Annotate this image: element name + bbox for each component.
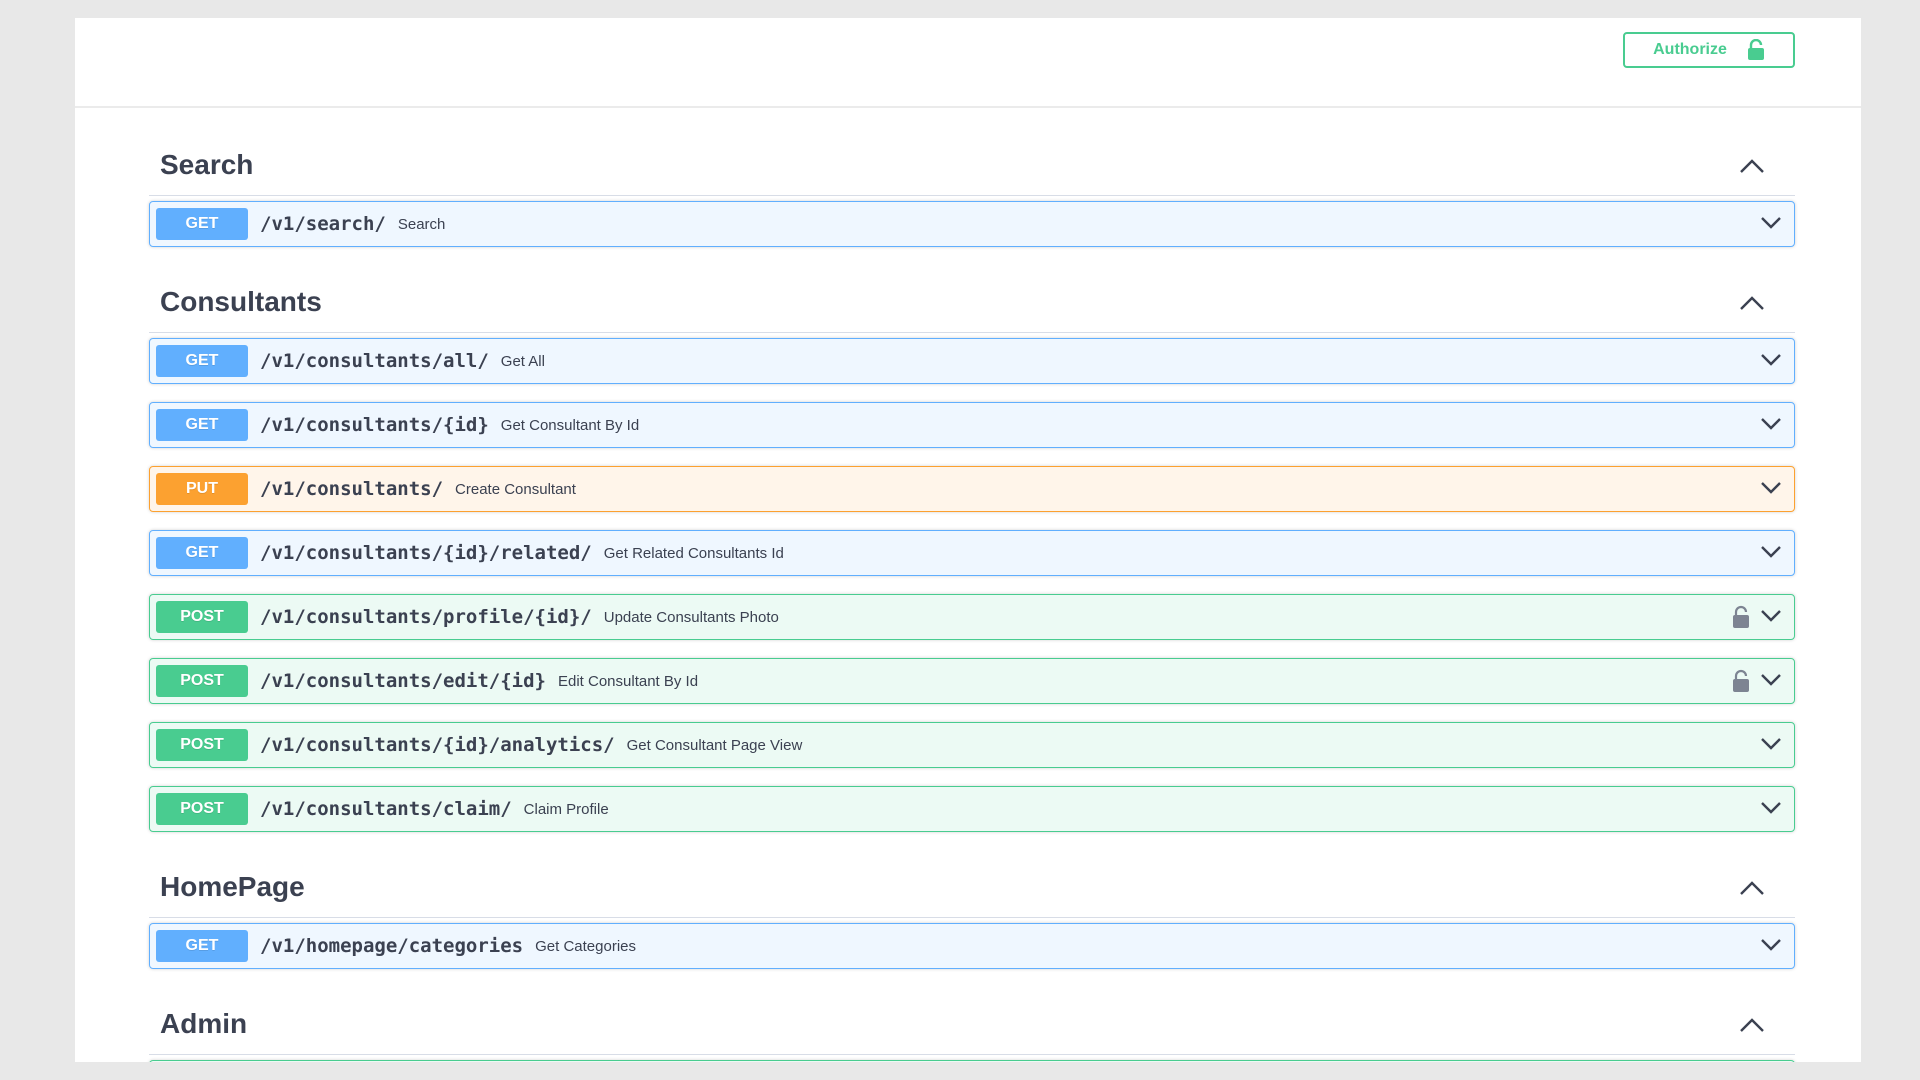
method-badge: POST <box>156 793 248 825</box>
operation-row[interactable]: GET/v1/consultants/all/Get All <box>149 338 1795 384</box>
operation-path: /v1/consultants/profile/{id}/ <box>260 606 592 628</box>
operation-summary: Claim Profile <box>523 800 609 818</box>
method-badge: GET <box>156 208 248 240</box>
operation-summary: Get Consultant Page View <box>626 736 803 754</box>
swagger-page: Authorize Search GET/v1/search/Search Cons… <box>75 18 1861 1062</box>
method-badge: POST <box>156 729 248 761</box>
operation-summary: Get Related Consultants Id <box>603 544 784 562</box>
operation-row[interactable]: GET/v1/homepage/categories Get Categories <box>149 923 1795 969</box>
operations-list: GET/v1/search/Search <box>149 196 1795 247</box>
section-admin: Admin POST/v1/admin/Send Email <box>149 987 1795 1062</box>
method-badge: POST <box>156 665 248 697</box>
operation-row[interactable]: POST/v1/consultants/claim/Claim Profile <box>149 786 1795 832</box>
section-header[interactable]: Search <box>149 108 1795 196</box>
operation-row[interactable]: GET/v1/consultants/{id}/related/Get Rela… <box>149 530 1795 576</box>
chevron-down-icon[interactable] <box>1760 545 1782 559</box>
lock-icon[interactable] <box>1732 605 1750 629</box>
method-badge: PUT <box>156 473 248 505</box>
authorize-button[interactable]: Authorize <box>1623 32 1795 68</box>
operation-path: /v1/consultants/{id} <box>260 414 489 436</box>
operation-summary: Update Consultants Photo <box>603 608 779 626</box>
operation-row[interactable]: POST/v1/consultants/edit/{id} Edit Consul… <box>149 658 1795 704</box>
operation-path: /v1/consultants/{id}/related/ <box>260 542 592 564</box>
top-bar: Authorize <box>75 18 1861 108</box>
operation-row[interactable]: PUT/v1/consultants/Create Consultant <box>149 466 1795 512</box>
operation-row[interactable]: GET/v1/consultants/{id} Get Consultant By… <box>149 402 1795 448</box>
operation-path: /v1/search/ <box>260 213 386 235</box>
chevron-down-icon[interactable] <box>1760 216 1782 230</box>
section-header[interactable]: Admin <box>149 987 1795 1055</box>
section-header[interactable]: HomePage <box>149 850 1795 918</box>
operations-list: GET/v1/consultants/all/Get All GET/v1/con… <box>149 333 1795 832</box>
chevron-up-icon[interactable] <box>1739 879 1765 897</box>
lock-icon <box>1747 39 1764 60</box>
operation-row[interactable]: POST/v1/consultants/{id}/analytics/Get C… <box>149 722 1795 768</box>
operation-path: /v1/homepage/categories <box>260 935 524 957</box>
chevron-down-icon[interactable] <box>1760 673 1782 687</box>
section-title: Admin <box>160 1008 248 1039</box>
section-homepage: HomePage GET/v1/homepage/categories Get Ca… <box>149 850 1795 969</box>
section-title: HomePage <box>160 871 305 902</box>
chevron-down-icon[interactable] <box>1760 417 1782 431</box>
chevron-up-icon[interactable] <box>1739 294 1765 312</box>
operation-row[interactable]: GET/v1/search/Search <box>149 201 1795 247</box>
chevron-up-icon[interactable] <box>1739 1016 1765 1034</box>
lock-icon[interactable] <box>1732 669 1750 693</box>
operation-summary: Get Consultant By Id <box>500 416 640 434</box>
operation-summary: Get All <box>500 352 545 370</box>
operation-summary: Search <box>397 215 446 233</box>
method-badge: GET <box>156 345 248 377</box>
method-badge: GET <box>156 409 248 441</box>
authorize-label: Authorize <box>1653 41 1727 58</box>
operations-list: GET/v1/homepage/categories Get Categories <box>149 918 1795 969</box>
chevron-up-icon[interactable] <box>1739 157 1765 175</box>
method-badge: GET <box>156 930 248 962</box>
operation-path: /v1/consultants/{id}/analytics/ <box>260 734 615 756</box>
operation-path: /v1/consultants/all/ <box>260 350 489 372</box>
operations-list: POST/v1/admin/Send Email <box>149 1055 1795 1062</box>
chevron-down-icon[interactable] <box>1760 609 1782 623</box>
operation-path: /v1/consultants/claim/ <box>260 798 512 820</box>
operation-path: /v1/consultants/edit/{id} <box>260 670 546 692</box>
section-search: Search GET/v1/search/Search <box>149 108 1795 247</box>
method-badge: POST <box>156 601 248 633</box>
operation-path: /v1/consultants/ <box>260 478 444 500</box>
operation-row[interactable]: POST/v1/consultants/profile/{id}/ Update … <box>149 594 1795 640</box>
operation-summary: Get Categories <box>535 937 636 955</box>
chevron-down-icon[interactable] <box>1760 938 1782 952</box>
api-sections: Search GET/v1/search/Search Consultants GET… <box>149 108 1795 1062</box>
chevron-down-icon[interactable] <box>1760 353 1782 367</box>
section-title: Consultants <box>160 286 322 317</box>
chevron-down-icon[interactable] <box>1760 737 1782 751</box>
operation-row[interactable]: POST/v1/admin/Send Email <box>149 1060 1795 1062</box>
operation-summary: Edit Consultant By Id <box>557 672 699 690</box>
method-badge: GET <box>156 537 248 569</box>
section-consultants: Consultants GET/v1/consultants/all/Get Al… <box>149 265 1795 832</box>
section-header[interactable]: Consultants <box>149 265 1795 333</box>
chevron-down-icon[interactable] <box>1760 801 1782 815</box>
section-title: Search <box>160 149 254 180</box>
operation-summary: Create Consultant <box>455 480 576 498</box>
chevron-down-icon[interactable] <box>1760 481 1782 495</box>
